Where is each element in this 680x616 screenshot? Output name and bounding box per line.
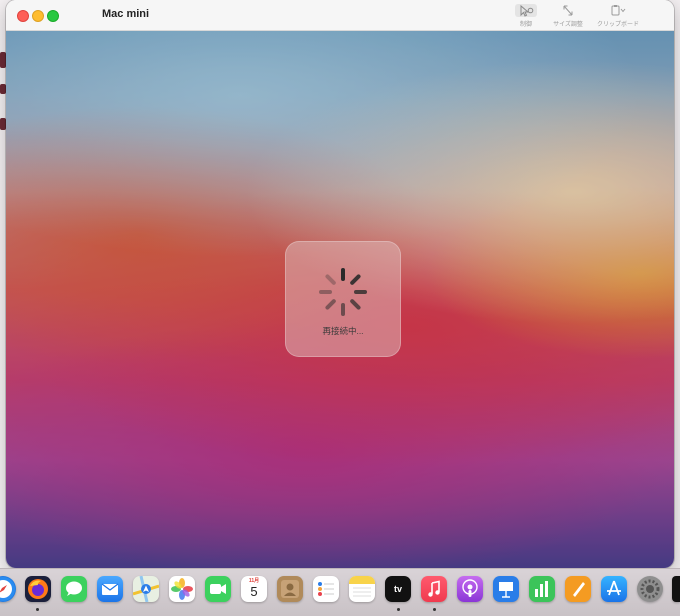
minimize-button[interactable] (32, 10, 44, 22)
reconnecting-label: 再接続中... (322, 326, 364, 336)
screen-sharing-window: Mac mini 制御 サイズ調整 クリップボード 再接続中... (6, 0, 674, 568)
running-indicator (397, 608, 400, 611)
resize-toolbar-item[interactable]: サイズ調整 (540, 4, 596, 28)
maps-icon[interactable] (133, 576, 159, 602)
window-title: Mac mini (102, 8, 150, 20)
app-store-icon[interactable] (601, 576, 627, 602)
reminders-icon[interactable] (313, 576, 339, 602)
podcasts-icon[interactable] (457, 576, 483, 602)
resize-arrows-icon (557, 4, 579, 17)
system-preferences-icon[interactable] (637, 576, 663, 602)
running-indicator (36, 608, 39, 611)
close-button[interactable] (17, 10, 29, 22)
clipboard-icon (607, 4, 629, 17)
notes-icon[interactable] (349, 576, 375, 602)
keynote-icon[interactable] (493, 576, 519, 602)
clipboard-toolbar-item[interactable]: クリップボード (590, 4, 646, 28)
loading-spinner-icon (319, 268, 367, 316)
pages-icon[interactable] (565, 576, 591, 602)
facetime-icon[interactable] (205, 576, 231, 602)
contacts-icon[interactable] (277, 576, 303, 602)
reconnecting-hud: 再接続中... (285, 241, 401, 357)
pointer-icon (515, 4, 537, 17)
calendar-day: 5 (250, 584, 258, 599)
photos-icon[interactable] (169, 576, 195, 602)
remote-screen[interactable]: 再接続中... (6, 31, 674, 568)
messages-icon[interactable] (61, 576, 87, 602)
calendar-icon[interactable]: 11月 5 (241, 576, 267, 602)
music-icon[interactable] (421, 576, 447, 602)
running-indicator (433, 608, 436, 611)
firefox-icon[interactable] (25, 576, 51, 602)
mail-icon[interactable] (97, 576, 123, 602)
resize-label: サイズ調整 (553, 22, 583, 28)
zoom-button[interactable] (47, 10, 59, 22)
clipboard-label: クリップボード (596, 22, 639, 28)
numbers-icon[interactable] (529, 576, 555, 602)
calendar-month: 11月 (248, 578, 260, 584)
title-bar: Mac mini 制御 サイズ調整 クリップボード (6, 0, 674, 31)
tv-label: tv (393, 584, 402, 594)
apple-tv-icon[interactable]: tv (385, 576, 411, 602)
dock-overflow-icon (672, 576, 680, 602)
